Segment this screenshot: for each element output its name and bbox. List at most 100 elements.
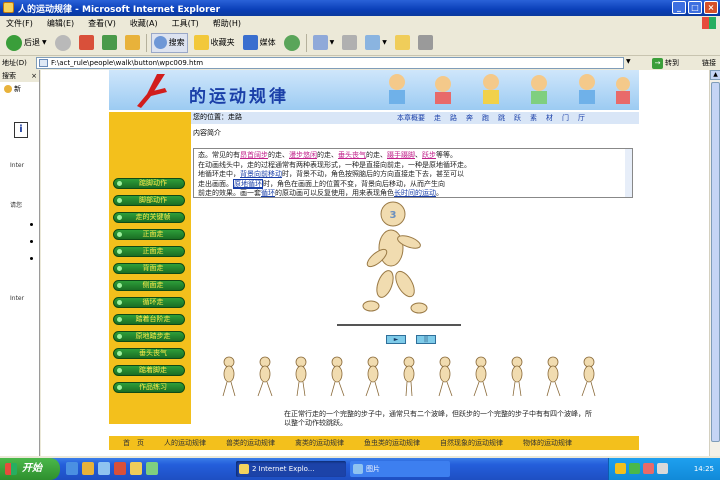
nav-link-run-2[interactable]: 跑 xyxy=(482,113,489,123)
animation-controls: ► || xyxy=(386,335,436,344)
app-quicklaunch-icon-2[interactable] xyxy=(130,462,142,475)
bullet-icon xyxy=(117,215,122,220)
menu-side-walk[interactable]: 侧面走 xyxy=(113,280,185,291)
menu-tools[interactable]: 工具(T) xyxy=(172,18,199,29)
link-striding[interactable]: 昂首阔步 xyxy=(240,151,268,159)
nav-link-material-1[interactable]: 素 xyxy=(530,113,537,123)
edit-button[interactable]: ▼ xyxy=(363,33,389,53)
search-button[interactable]: 搜索 xyxy=(150,32,188,53)
menu-back-walk[interactable]: 背面走 xyxy=(113,263,185,274)
footer-link-fish-insects[interactable]: 鱼虫类的运动规律 xyxy=(364,438,420,448)
tray-icon[interactable] xyxy=(629,463,640,474)
nav-link-jump-2[interactable]: 跃 xyxy=(514,113,521,123)
menu-file[interactable]: 文件(F) xyxy=(6,18,33,29)
close-button[interactable]: × xyxy=(704,1,718,14)
menu-tiptoe-action[interactable]: 踮脚动作 xyxy=(113,178,185,189)
mail-button[interactable]: ▼ xyxy=(311,33,337,53)
pane-text-inter: Inter xyxy=(10,162,25,169)
menu-walk-keyframes[interactable]: 走的关键帧 xyxy=(113,212,185,223)
address-input[interactable]: F:\act_rule\people\walk\button\wpc009.ht… xyxy=(36,57,624,69)
nav-link-material-2[interactable]: 材 xyxy=(546,113,553,123)
scroll-thumb[interactable] xyxy=(711,82,720,442)
text-segment: 地循环走中， xyxy=(198,170,240,178)
favorites-button[interactable]: 收藏夹 xyxy=(192,33,237,53)
menu-in-place-walk[interactable]: 原地踏步走 xyxy=(113,331,185,342)
menu-front-walk-2[interactable]: 正面走 xyxy=(113,246,185,257)
home-button[interactable] xyxy=(123,33,142,53)
menu-favorites[interactable]: 收藏(A) xyxy=(130,18,158,29)
tray-icon[interactable] xyxy=(643,463,654,474)
volume-icon[interactable] xyxy=(657,463,668,474)
link-in-place-loop[interactable]: 原地循环 xyxy=(233,178,263,189)
clock[interactable]: 14:25 xyxy=(694,465,714,473)
task-image[interactable]: 图片 xyxy=(350,461,450,477)
ground-line xyxy=(337,324,461,326)
link-background-move[interactable]: 背景向前移动 xyxy=(240,170,282,178)
tray-icon[interactable] xyxy=(615,463,626,474)
link-dejected[interactable]: 垂头丧气 xyxy=(338,151,366,159)
refresh-button[interactable] xyxy=(100,33,119,53)
printer-icon xyxy=(342,35,358,50)
address-dropdown-icon[interactable]: ▼ xyxy=(626,58,631,65)
menu-exercises[interactable]: 作品练习 xyxy=(113,382,185,393)
menu-stairs-walk[interactable]: 踏着台阶走 xyxy=(113,314,185,325)
menu-front-walk-1[interactable]: 正面走 xyxy=(113,229,185,240)
nav-link-walk-2[interactable]: 路 xyxy=(450,113,457,123)
task-ie[interactable]: 2 Internet Explo... xyxy=(236,461,346,477)
menu-view[interactable]: 查看(V) xyxy=(88,18,116,29)
nav-link-lobby-2[interactable]: 厅 xyxy=(578,113,585,123)
nav-link-summary[interactable]: 本章概要 xyxy=(397,113,425,123)
media-button[interactable]: 媒体 xyxy=(241,33,278,53)
scroll-up-icon[interactable]: ▲ xyxy=(710,70,720,80)
forward-button[interactable] xyxy=(53,33,73,53)
messenger-button[interactable] xyxy=(416,33,435,53)
link-long-motion[interactable]: 长时间的运动 xyxy=(394,189,436,197)
back-button[interactable]: 后退 ▼ xyxy=(4,33,49,53)
menu-help[interactable]: 帮助(H) xyxy=(213,18,241,29)
link-sneaking[interactable]: 蹑手蹑脚 xyxy=(387,151,415,159)
link-leisurely[interactable]: 漫步悠闲 xyxy=(289,151,317,159)
page-scrollbar[interactable]: ▲ xyxy=(709,70,720,456)
play-button[interactable]: ► xyxy=(386,335,406,344)
ie-quicklaunch-icon[interactable] xyxy=(66,462,78,475)
footer-link-human[interactable]: 人的运动规律 xyxy=(164,438,206,448)
history-icon xyxy=(283,34,300,51)
go-arrow-icon: → xyxy=(652,57,663,69)
app-quicklaunch-icon[interactable] xyxy=(114,462,126,475)
stop-button[interactable] xyxy=(77,33,96,53)
menu-foot-action[interactable]: 脚部动作 xyxy=(113,195,185,206)
footer-link-birds[interactable]: 禽类的运动规律 xyxy=(295,438,344,448)
pause-button[interactable]: || xyxy=(416,335,436,344)
bullet-icon xyxy=(117,198,122,203)
footer-link-beasts[interactable]: 兽类的运动规律 xyxy=(226,438,275,448)
text-box-scrollbar[interactable] xyxy=(625,149,632,197)
folder-button[interactable] xyxy=(393,33,412,53)
footer-link-objects[interactable]: 物体的运动规律 xyxy=(523,438,572,448)
print-button[interactable] xyxy=(340,33,359,53)
footer-link-home[interactable]: 首 页 xyxy=(123,438,144,448)
menu-dejected[interactable]: 垂头丧气 xyxy=(113,348,185,359)
app-quicklaunch-icon-3[interactable] xyxy=(146,462,158,475)
history-button[interactable] xyxy=(282,33,302,53)
menu-loop-walk[interactable]: 循环走 xyxy=(113,297,185,308)
desktop-quicklaunch-icon[interactable] xyxy=(98,462,110,475)
minimize-button[interactable]: _ xyxy=(672,1,686,14)
nav-link-run-1[interactable]: 奔 xyxy=(466,113,473,123)
ie-task-icon xyxy=(239,464,249,474)
maximize-button[interactable]: □ xyxy=(688,1,702,14)
search-label: 搜索 xyxy=(168,38,185,47)
start-button[interactable]: 开始 xyxy=(0,458,60,480)
new-search-button[interactable]: 新 xyxy=(0,82,39,96)
folder-quicklaunch-icon[interactable] xyxy=(82,462,94,475)
go-button[interactable]: → 转到 xyxy=(652,57,679,69)
close-icon[interactable]: × xyxy=(31,70,37,82)
nav-link-lobby-1[interactable]: 门 xyxy=(562,113,569,123)
link-leap[interactable]: 跃步 xyxy=(422,151,436,159)
links-label[interactable]: 链接 xyxy=(702,58,716,68)
menu-tiptoe-walk[interactable]: 踮着脚走 xyxy=(113,365,185,376)
footer-link-nature[interactable]: 自然现象的运动规律 xyxy=(440,438,503,448)
nav-link-walk-1[interactable]: 走 xyxy=(434,113,441,123)
nav-link-jump-1[interactable]: 跳 xyxy=(498,113,505,123)
link-loop[interactable]: 循环 xyxy=(261,189,275,197)
menu-edit[interactable]: 编辑(E) xyxy=(47,18,74,29)
